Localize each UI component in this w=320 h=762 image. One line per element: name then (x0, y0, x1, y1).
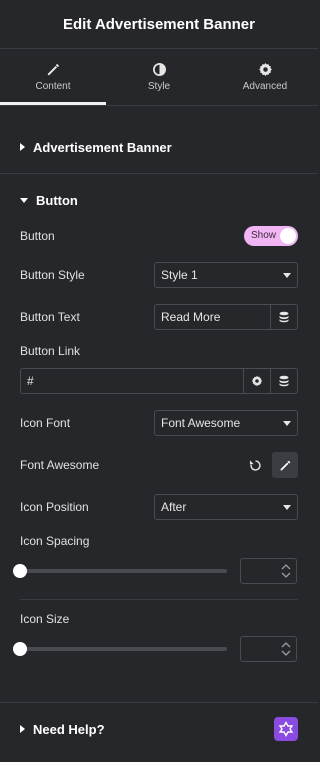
tab-style-label: Style (147, 81, 171, 92)
icon-spacing-number-input[interactable] (240, 558, 297, 584)
divider (20, 599, 298, 600)
database-icon (279, 375, 289, 387)
field-label: Button Link (20, 344, 81, 358)
section-title: Button (36, 192, 78, 208)
pencil-icon (280, 460, 290, 470)
button-link-row: # (20, 368, 298, 394)
section-button[interactable]: Button (0, 174, 318, 226)
toggle-knob (280, 228, 296, 244)
pencil-icon (47, 64, 59, 76)
chevron-down-icon (283, 420, 291, 426)
dynamic-tags-button[interactable] (270, 305, 297, 329)
spinner-icon (281, 642, 291, 656)
button-link-input[interactable]: # (21, 369, 243, 393)
dynamic-tags-button[interactable] (270, 369, 297, 393)
panel-header: Edit Advertisement Banner (0, 0, 318, 49)
icon-size-slider-handle[interactable] (13, 642, 27, 656)
icon-font-select[interactable]: Font Awesome (154, 410, 298, 436)
select-value: Style 1 (161, 268, 198, 282)
field-label: Icon Position (20, 500, 89, 514)
gear-icon (258, 62, 272, 77)
icon-position-row: Icon Position After (20, 494, 298, 520)
chevron-down-icon (283, 504, 291, 510)
reset-icon (249, 459, 261, 471)
field-label: Button Style (20, 268, 85, 282)
toggle-label: Show (251, 230, 277, 241)
icon-font-row: Icon Font Font Awesome (20, 410, 298, 436)
section-title: Need Help? (33, 721, 105, 737)
button-text-row: Button Text Read More (20, 304, 298, 330)
button-link-input-group: # (20, 368, 298, 394)
field-label: Button Text (20, 310, 80, 324)
section-advertisement-banner[interactable]: Advertisement Banner (0, 121, 318, 174)
field-label: Font Awesome (20, 458, 100, 472)
section-need-help[interactable]: Need Help? (0, 703, 318, 755)
select-value: Font Awesome (161, 416, 241, 430)
section-title: Advertisement Banner (33, 139, 172, 155)
contrast-icon (152, 63, 166, 76)
button-style-row: Button Style Style 1 (20, 262, 298, 288)
spinner-icon (281, 564, 291, 578)
button-style-select[interactable]: Style 1 (154, 262, 298, 288)
select-value: After (161, 500, 187, 514)
database-icon (279, 311, 289, 323)
button-link-label-row: Button Link (20, 344, 298, 358)
icon-spacing-slider[interactable] (20, 569, 227, 573)
link-options-button[interactable] (243, 369, 270, 393)
field-label: Icon Size (20, 612, 70, 626)
icon-position-select[interactable]: After (154, 494, 298, 520)
icon-size-label-row: Icon Size (20, 612, 298, 626)
reset-button[interactable] (242, 452, 268, 478)
gear-icon (251, 375, 263, 387)
icon-size-number-input[interactable] (240, 636, 297, 662)
tab-style[interactable]: Style (106, 49, 212, 105)
panel-title: Edit Advertisement Banner (63, 15, 255, 33)
tab-advanced[interactable]: Advanced (212, 49, 318, 105)
icon-spacing-label-row: Icon Spacing (20, 534, 298, 548)
tab-content[interactable]: Content (0, 49, 106, 105)
help-logo-icon[interactable] (274, 717, 298, 741)
icon-picker-button[interactable] (272, 452, 298, 478)
button-text-input[interactable]: Read More (155, 305, 270, 329)
font-awesome-row: Font Awesome (20, 452, 298, 478)
icon-size-slider[interactable] (20, 647, 227, 651)
icon-spacing-slider-handle[interactable] (13, 564, 27, 578)
button-toggle-row: Button Show (20, 226, 298, 246)
field-label: Icon Spacing (20, 534, 90, 548)
tab-bar: Content Style Advanced (0, 49, 318, 106)
tab-content-label: Content (35, 81, 71, 92)
caret-down-icon (20, 197, 28, 203)
field-label: Button (20, 229, 55, 243)
tab-advanced-label: Advanced (242, 81, 288, 92)
button-text-input-group: Read More (154, 304, 298, 330)
caret-right-icon (20, 725, 25, 733)
show-toggle[interactable]: Show (244, 226, 298, 246)
chevron-down-icon (283, 272, 291, 278)
field-label: Icon Font (20, 416, 71, 430)
caret-right-icon (20, 143, 25, 151)
